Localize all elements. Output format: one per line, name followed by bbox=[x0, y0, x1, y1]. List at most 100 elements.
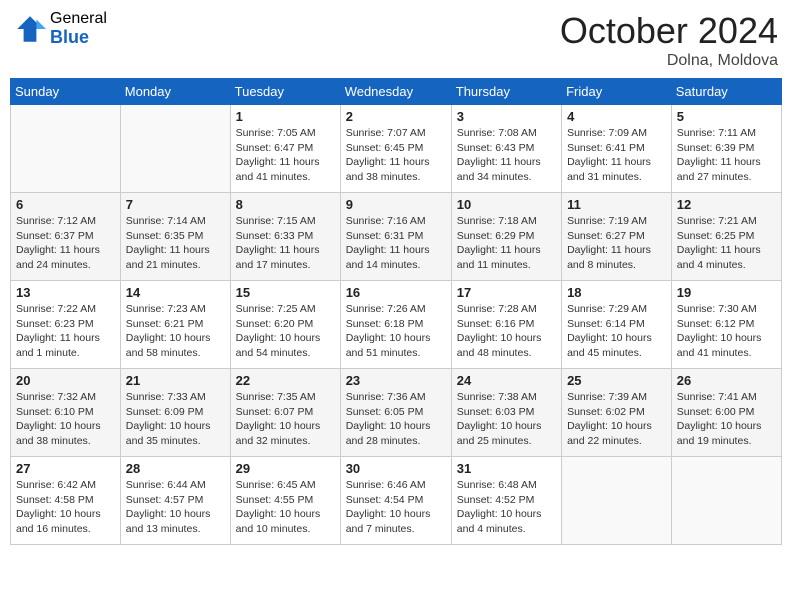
day-number: 4 bbox=[567, 109, 666, 124]
calendar-cell: 25 Sunrise: 7:39 AM Sunset: 6:02 PM Dayli… bbox=[562, 369, 672, 457]
calendar-cell: 18Sunrise: 7:29 AM Sunset: 6:14 PM Dayli… bbox=[562, 281, 672, 369]
day-number: 24 bbox=[457, 373, 556, 388]
calendar-cell: 9 Sunrise: 7:16 AM Sunset: 6:31 PM Daylig… bbox=[340, 193, 451, 281]
header-friday: Friday bbox=[562, 79, 672, 105]
calendar-cell: 11 Sunrise: 7:19 AM Sunset: 6:27 PM Dayli… bbox=[562, 193, 672, 281]
day-number: 7 bbox=[126, 197, 225, 212]
day-info: Sunrise: 7:33 AM Sunset: 6:09 PM Dayligh… bbox=[126, 390, 225, 449]
day-number: 6 bbox=[16, 197, 115, 212]
calendar-cell: 16Sunrise: 7:26 AM Sunset: 6:18 PM Dayli… bbox=[340, 281, 451, 369]
calendar-cell: 14Sunrise: 7:23 AM Sunset: 6:21 PM Dayli… bbox=[120, 281, 230, 369]
day-info: Sunrise: 7:30 AM Sunset: 6:12 PM Dayligh… bbox=[677, 302, 776, 361]
calendar-cell: 8 Sunrise: 7:15 AM Sunset: 6:33 PM Daylig… bbox=[230, 193, 340, 281]
calendar-cell: 1 Sunrise: 7:05 AM Sunset: 6:47 PM Daylig… bbox=[230, 105, 340, 193]
calendar-cell: 28Sunrise: 6:44 AM Sunset: 4:57 PM Dayli… bbox=[120, 457, 230, 545]
calendar-cell: 26 Sunrise: 7:41 AM Sunset: 6:00 PM Dayli… bbox=[671, 369, 781, 457]
calendar-cell bbox=[120, 105, 230, 193]
day-info: Sunrise: 7:05 AM Sunset: 6:47 PM Dayligh… bbox=[236, 126, 335, 185]
day-info: Sunrise: 7:19 AM Sunset: 6:27 PM Dayligh… bbox=[567, 214, 666, 273]
logo-general: General bbox=[50, 10, 107, 28]
day-number: 3 bbox=[457, 109, 556, 124]
logo-text: General Blue bbox=[50, 10, 107, 47]
calendar-cell: 7Sunrise: 7:14 AM Sunset: 6:35 PM Daylig… bbox=[120, 193, 230, 281]
day-number: 14 bbox=[126, 285, 225, 300]
day-info: Sunrise: 6:48 AM Sunset: 4:52 PM Dayligh… bbox=[457, 478, 556, 537]
day-info: Sunrise: 7:32 AM Sunset: 6:10 PM Dayligh… bbox=[16, 390, 115, 449]
header-saturday: Saturday bbox=[671, 79, 781, 105]
calendar-week-3: 13 Sunrise: 7:22 AM Sunset: 6:23 PM Dayli… bbox=[11, 281, 782, 369]
day-info: Sunrise: 7:25 AM Sunset: 6:20 PM Dayligh… bbox=[236, 302, 335, 361]
calendar-cell bbox=[671, 457, 781, 545]
calendar-week-1: 1 Sunrise: 7:05 AM Sunset: 6:47 PM Daylig… bbox=[11, 105, 782, 193]
calendar-table: SundayMondayTuesdayWednesdayThursdayFrid… bbox=[10, 78, 782, 545]
calendar-cell: 2Sunrise: 7:07 AM Sunset: 6:45 PM Daylig… bbox=[340, 105, 451, 193]
day-number: 30 bbox=[346, 461, 446, 476]
day-number: 31 bbox=[457, 461, 556, 476]
day-number: 5 bbox=[677, 109, 776, 124]
day-info: Sunrise: 7:41 AM Sunset: 6:00 PM Dayligh… bbox=[677, 390, 776, 449]
day-number: 28 bbox=[126, 461, 225, 476]
day-number: 11 bbox=[567, 197, 666, 212]
calendar-cell: 20 Sunrise: 7:32 AM Sunset: 6:10 PM Dayli… bbox=[11, 369, 121, 457]
month-title: October 2024 bbox=[560, 10, 778, 52]
day-number: 21 bbox=[126, 373, 225, 388]
header-thursday: Thursday bbox=[451, 79, 561, 105]
logo-icon bbox=[14, 13, 46, 45]
calendar-cell: 23 Sunrise: 7:36 AM Sunset: 6:05 PM Dayli… bbox=[340, 369, 451, 457]
calendar-cell bbox=[11, 105, 121, 193]
header-monday: Monday bbox=[120, 79, 230, 105]
day-number: 25 bbox=[567, 373, 666, 388]
day-info: Sunrise: 7:16 AM Sunset: 6:31 PM Dayligh… bbox=[346, 214, 446, 273]
day-info: Sunrise: 7:39 AM Sunset: 6:02 PM Dayligh… bbox=[567, 390, 666, 449]
calendar-week-5: 27Sunrise: 6:42 AM Sunset: 4:58 PM Dayli… bbox=[11, 457, 782, 545]
day-number: 20 bbox=[16, 373, 115, 388]
header-sunday: Sunday bbox=[11, 79, 121, 105]
calendar-cell: 3Sunrise: 7:08 AM Sunset: 6:43 PM Daylig… bbox=[451, 105, 561, 193]
calendar-cell: 27Sunrise: 6:42 AM Sunset: 4:58 PM Dayli… bbox=[11, 457, 121, 545]
calendar-cell: 15 Sunrise: 7:25 AM Sunset: 6:20 PM Dayli… bbox=[230, 281, 340, 369]
calendar-cell: 31 Sunrise: 6:48 AM Sunset: 4:52 PM Dayli… bbox=[451, 457, 561, 545]
day-info: Sunrise: 7:36 AM Sunset: 6:05 PM Dayligh… bbox=[346, 390, 446, 449]
calendar-cell: 19 Sunrise: 7:30 AM Sunset: 6:12 PM Dayli… bbox=[671, 281, 781, 369]
day-info: Sunrise: 7:29 AM Sunset: 6:14 PM Dayligh… bbox=[567, 302, 666, 361]
day-number: 26 bbox=[677, 373, 776, 388]
calendar-cell: 13 Sunrise: 7:22 AM Sunset: 6:23 PM Dayli… bbox=[11, 281, 121, 369]
day-info: Sunrise: 6:42 AM Sunset: 4:58 PM Dayligh… bbox=[16, 478, 115, 537]
day-info: Sunrise: 7:09 AM Sunset: 6:41 PM Dayligh… bbox=[567, 126, 666, 185]
day-number: 9 bbox=[346, 197, 446, 212]
calendar-cell: 29 Sunrise: 6:45 AM Sunset: 4:55 PM Dayli… bbox=[230, 457, 340, 545]
calendar-cell: 24 Sunrise: 7:38 AM Sunset: 6:03 PM Dayli… bbox=[451, 369, 561, 457]
calendar-week-2: 6 Sunrise: 7:12 AM Sunset: 6:37 PM Daylig… bbox=[11, 193, 782, 281]
day-info: Sunrise: 7:38 AM Sunset: 6:03 PM Dayligh… bbox=[457, 390, 556, 449]
calendar-cell: 4 Sunrise: 7:09 AM Sunset: 6:41 PM Daylig… bbox=[562, 105, 672, 193]
calendar-cell: 5Sunrise: 7:11 AM Sunset: 6:39 PM Daylig… bbox=[671, 105, 781, 193]
calendar-week-4: 20 Sunrise: 7:32 AM Sunset: 6:10 PM Dayli… bbox=[11, 369, 782, 457]
calendar-cell: 30Sunrise: 6:46 AM Sunset: 4:54 PM Dayli… bbox=[340, 457, 451, 545]
logo-blue: Blue bbox=[50, 28, 107, 48]
day-number: 10 bbox=[457, 197, 556, 212]
day-number: 15 bbox=[236, 285, 335, 300]
calendar-cell: 21 Sunrise: 7:33 AM Sunset: 6:09 PM Dayli… bbox=[120, 369, 230, 457]
day-number: 13 bbox=[16, 285, 115, 300]
day-number: 8 bbox=[236, 197, 335, 212]
day-info: Sunrise: 7:22 AM Sunset: 6:23 PM Dayligh… bbox=[16, 302, 115, 361]
day-number: 12 bbox=[677, 197, 776, 212]
day-info: Sunrise: 7:15 AM Sunset: 6:33 PM Dayligh… bbox=[236, 214, 335, 273]
day-number: 1 bbox=[236, 109, 335, 124]
day-info: Sunrise: 7:12 AM Sunset: 6:37 PM Dayligh… bbox=[16, 214, 115, 273]
calendar-header-row: SundayMondayTuesdayWednesdayThursdayFrid… bbox=[11, 79, 782, 105]
day-number: 16 bbox=[346, 285, 446, 300]
day-info: Sunrise: 7:35 AM Sunset: 6:07 PM Dayligh… bbox=[236, 390, 335, 449]
day-number: 29 bbox=[236, 461, 335, 476]
logo: General Blue bbox=[14, 10, 107, 47]
day-number: 2 bbox=[346, 109, 446, 124]
day-info: Sunrise: 7:21 AM Sunset: 6:25 PM Dayligh… bbox=[677, 214, 776, 273]
day-number: 19 bbox=[677, 285, 776, 300]
header-tuesday: Tuesday bbox=[230, 79, 340, 105]
page-header: General Blue October 2024 Dolna, Moldova bbox=[10, 10, 782, 70]
calendar-cell: 10Sunrise: 7:18 AM Sunset: 6:29 PM Dayli… bbox=[451, 193, 561, 281]
day-info: Sunrise: 6:45 AM Sunset: 4:55 PM Dayligh… bbox=[236, 478, 335, 537]
header-wednesday: Wednesday bbox=[340, 79, 451, 105]
day-number: 23 bbox=[346, 373, 446, 388]
day-number: 22 bbox=[236, 373, 335, 388]
